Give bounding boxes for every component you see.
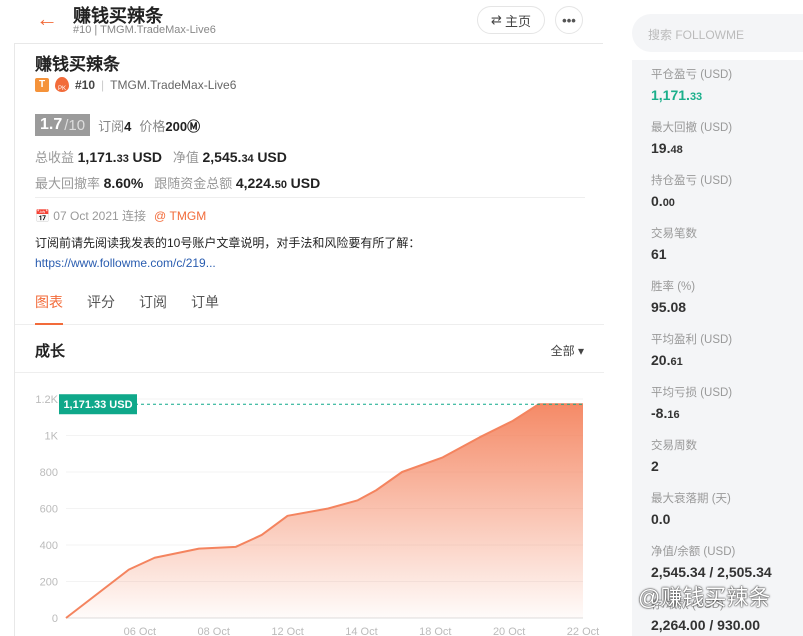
description-link[interactable]: https://www.followme.com/c/219... [35, 256, 216, 270]
stat-label: 交易周数 [651, 440, 697, 452]
stat-label: 交易笔数 [651, 228, 697, 240]
drawdown-row: 最大回撤率 8.60% 跟随资金总额 4,224.50 USD [35, 175, 321, 191]
stat-value: 61 [651, 246, 667, 262]
stat-label: 平仓盈亏 (USD) [651, 69, 733, 81]
stat-item: 平均亏损 (USD) -8.16 [651, 384, 801, 421]
subs-count: 4 [124, 118, 132, 134]
score-badge: 1.7/10 [35, 114, 91, 136]
equity: 2,545. [202, 149, 242, 165]
description: 订阅前请先阅读我发表的10号账户文章说明，对手法和风险要有所了解： https:/… [35, 233, 595, 273]
stat-item: 平均盈利 (USD) 20.61 [651, 331, 801, 368]
swap-icon: ⇄ [491, 12, 502, 27]
stat-item: 平仓盈亏 (USD) 1,171.33 [651, 66, 801, 103]
more-button[interactable]: ••• [555, 6, 583, 34]
tab-rating[interactable]: 评分 [87, 280, 115, 325]
score-row: 1.7/10 订阅4 价格200Ⓜ [35, 114, 200, 136]
stat-item: 最大衰落期 (天) 0.0 [651, 490, 801, 527]
total-profit: 1,171. [77, 149, 117, 165]
stat-item: 胜率 (%) 95.08 [651, 278, 801, 315]
stat-item: 净值/余额 (USD) 2,545.34 / 2,505.34 [651, 543, 801, 580]
price-label: 价格 [139, 118, 166, 134]
stat-value: 2 [651, 458, 659, 474]
badges: T PK #10 | TMGM.TradeMax-Live6 [35, 77, 236, 92]
search-input[interactable]: 搜索 FOLLOWME [632, 14, 803, 52]
connected-date: 07 Oct 2021 连接 [53, 209, 147, 223]
section-title: 成长 [35, 343, 66, 360]
header-server: TMGM.TradeMax-Live6 [100, 24, 216, 36]
stat-label: 平均盈利 (USD) [651, 334, 733, 346]
subs-label: 订阅 [98, 118, 125, 134]
stat-item: 交易笔数 61 [651, 225, 801, 262]
connection-info: 📅 07 Oct 2021 连接 @ TMGM [35, 207, 206, 224]
stat-label: 最大回撤 (USD) [651, 122, 733, 134]
home-label: 主页 [504, 13, 531, 29]
watermark: @赚钱买辣条 [638, 585, 771, 610]
stat-label: 持仓盈亏 (USD) [651, 175, 733, 187]
server: TMGM.TradeMax-Live6 [110, 77, 237, 92]
growth-section-header: 成长 全部 ▾ [15, 325, 604, 373]
broker-link[interactable]: @ TMGM [154, 209, 206, 223]
back-arrow-icon[interactable]: ← [36, 6, 58, 32]
stat-value: 2,545.34 / 2,505.34 [651, 564, 772, 580]
tabs: 图表 评分 订阅 订单 [15, 280, 604, 325]
rank: #10 [75, 77, 96, 92]
tab-subscriptions[interactable]: 订阅 [139, 280, 167, 325]
stat-value: 0.00 [651, 193, 675, 209]
stat-value: 2,264.00 / 930.00 [651, 617, 760, 633]
stat-item: 持仓盈亏 (USD) 0.00 [651, 172, 801, 209]
top-bar: ← 赚钱买辣条 #10 | TMGM.TradeMax-Live6 ⇄ 主页 ••… [0, 0, 603, 44]
stat-value: 0.0 [651, 511, 671, 527]
coin-icon: Ⓜ [187, 118, 201, 134]
stat-value: 95.08 [651, 299, 687, 315]
follow-funds: 4,224. [235, 175, 275, 191]
profit-row: 总收益 1,171.33 USD 净值 2,545.34 USD [35, 149, 287, 165]
trader-badge-icon: T [35, 77, 49, 92]
stat-item: 最大回撤 (USD) 19.48 [651, 119, 801, 156]
header-rank: #10 [73, 24, 92, 36]
stat-label: 胜率 (%) [651, 281, 696, 293]
price-value: 200 [165, 118, 188, 134]
stat-label: 最大衰落期 (天) [651, 493, 731, 505]
stat-value: 20.61 [651, 352, 683, 368]
home-button[interactable]: ⇄ 主页 [477, 6, 545, 34]
trader-name: 赚钱买辣条 [35, 55, 120, 74]
stat-value: 1,171.33 [651, 87, 703, 103]
stat-label: 净值/余额 (USD) [651, 546, 736, 558]
calendar-icon: 📅 [35, 209, 50, 223]
divider [35, 197, 585, 198]
header-subtitle: #10 | TMGM.TradeMax-Live6 [73, 24, 216, 36]
more-icon: ••• [562, 12, 576, 28]
trader-card: 赚钱买辣条 T PK #10 | TMGM.TradeMax-Live6 1.7/… [14, 43, 604, 636]
pk-flame-icon: PK [55, 77, 69, 92]
tab-orders[interactable]: 订单 [191, 280, 219, 325]
range-dropdown[interactable]: 全部 ▾ [551, 342, 584, 359]
description-text: 订阅前请先阅读我发表的10号账户文章说明，对手法和风险要有所了解： [35, 236, 421, 250]
stat-value: 19.48 [651, 140, 683, 156]
stat-label: 平均亏损 (USD) [651, 387, 733, 399]
stat-item: 交易周数 2 [651, 437, 801, 474]
stat-value: -8.16 [651, 405, 680, 421]
tab-chart[interactable]: 图表 [35, 280, 63, 325]
max-drawdown: 8.60% [103, 175, 144, 191]
